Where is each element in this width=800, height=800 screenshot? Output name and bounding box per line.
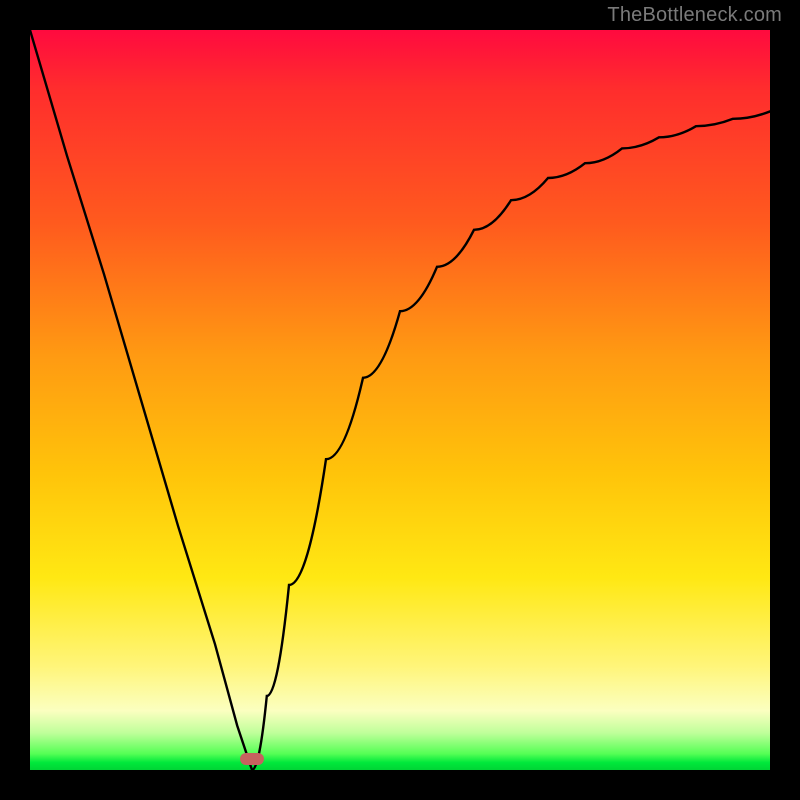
optimum-marker [240,753,264,765]
watermark-text: TheBottleneck.com [607,4,782,27]
bottleneck-curve [30,30,770,770]
chart-root: TheBottleneck.com [0,0,800,800]
plot-area [30,30,770,770]
curve-path [30,30,770,770]
